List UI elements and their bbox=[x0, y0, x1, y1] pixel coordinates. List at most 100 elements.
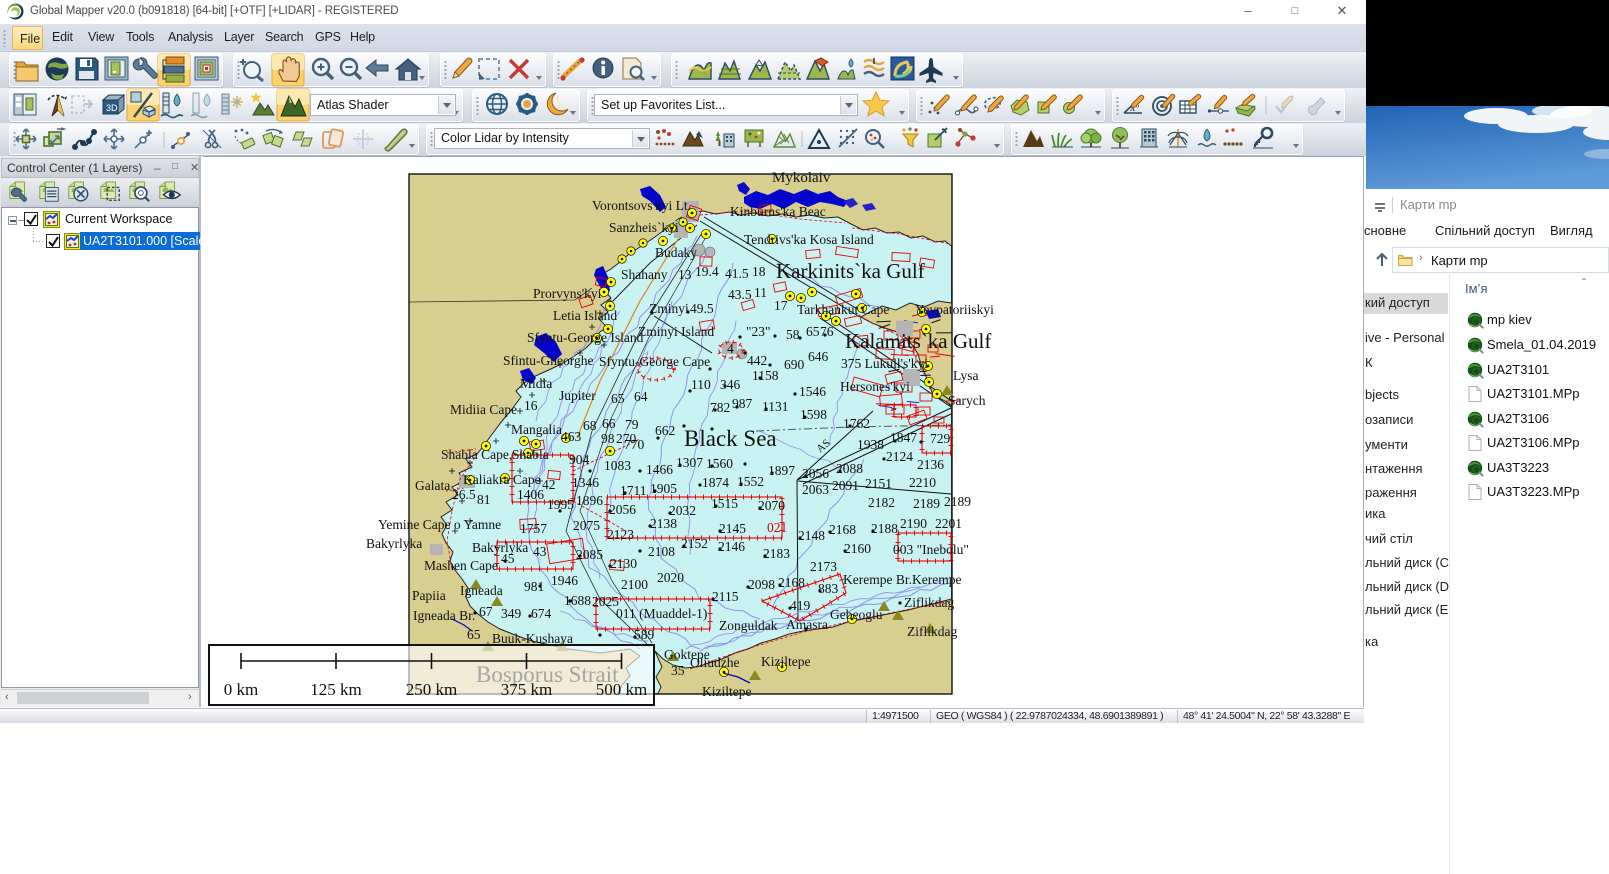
svg-text:Yemine Cape o Yamne: Yemine Cape o Yamne bbox=[378, 517, 501, 532]
svg-text:1995: 1995 bbox=[547, 497, 574, 512]
svg-text:1546: 1546 bbox=[799, 384, 826, 399]
svg-text:Ziflikdag: Ziflikdag bbox=[904, 595, 954, 610]
svg-text:Amasra: Amasra bbox=[786, 617, 828, 632]
svg-text:26.5: 26.5 bbox=[452, 487, 476, 502]
svg-text:662: 662 bbox=[655, 423, 675, 438]
svg-text:2201: 2201 bbox=[935, 516, 962, 531]
svg-text:782: 782 bbox=[710, 400, 730, 415]
svg-text:250 km: 250 km bbox=[406, 680, 457, 699]
svg-text:2160: 2160 bbox=[844, 541, 871, 556]
svg-text:58: 58 bbox=[786, 327, 800, 342]
svg-text:2152: 2152 bbox=[681, 536, 708, 551]
svg-text:2115: 2115 bbox=[712, 589, 739, 604]
svg-text:110: 110 bbox=[691, 377, 711, 392]
svg-text:UA3T3223.MPp: UA3T3223.MPp bbox=[1487, 484, 1580, 499]
svg-text:Hersones'kyi: Hersones'kyi bbox=[840, 379, 910, 394]
svg-text:1560: 1560 bbox=[706, 456, 733, 471]
svg-text:375 Lukull's'kyi: 375 Lukull's'kyi bbox=[841, 356, 928, 371]
svg-text:Zminyi: Zminyi bbox=[649, 301, 689, 316]
svg-text:1905: 1905 bbox=[650, 481, 677, 496]
svg-text:65: 65 bbox=[806, 324, 820, 339]
svg-text:43: 43 bbox=[533, 544, 547, 559]
svg-text:Galata: Galata bbox=[415, 478, 450, 493]
svg-text:1131: 1131 bbox=[762, 399, 789, 414]
svg-text:2146: 2146 bbox=[718, 539, 745, 554]
svg-text:Shabla: Shabla bbox=[512, 447, 549, 462]
svg-text:2138: 2138 bbox=[650, 516, 677, 531]
svg-text:Lysa: Lysa bbox=[953, 368, 979, 383]
svg-text:Kerempe: Kerempe bbox=[912, 572, 961, 587]
svg-text:2188: 2188 bbox=[871, 521, 898, 536]
svg-text:125 km: 125 km bbox=[310, 680, 361, 699]
svg-text:65: 65 bbox=[467, 627, 481, 642]
svg-text:2136: 2136 bbox=[917, 457, 944, 472]
svg-text:Tendrivs'ka Kosa Island: Tendrivs'ka Kosa Island bbox=[744, 232, 874, 247]
svg-text:2056: 2056 bbox=[609, 502, 636, 517]
svg-text:1762: 1762 bbox=[843, 416, 870, 431]
svg-text:Midiia Cape: Midiia Cape bbox=[450, 402, 517, 417]
svg-text:43.5: 43.5 bbox=[728, 287, 752, 302]
svg-text:2189: 2189 bbox=[944, 494, 971, 509]
svg-text:500 km: 500 km bbox=[596, 680, 647, 699]
svg-text:68: 68 bbox=[583, 418, 597, 433]
svg-text:Sfyntu-George Cape: Sfyntu-George Cape bbox=[599, 354, 710, 369]
svg-text:2168: 2168 bbox=[829, 522, 856, 537]
svg-text:Kinburns'ka Beac: Kinburns'ka Beac bbox=[730, 204, 826, 219]
svg-text:2182: 2182 bbox=[868, 495, 895, 510]
svg-text:Sarych: Sarych bbox=[948, 393, 986, 408]
svg-text:UA2T3106: UA2T3106 bbox=[1487, 411, 1549, 426]
svg-text:Zminyi Island: Zminyi Island bbox=[638, 324, 714, 339]
svg-text:729: 729 bbox=[930, 431, 951, 446]
svg-text:35: 35 bbox=[671, 663, 685, 678]
svg-text:Papiia: Papiia bbox=[412, 588, 446, 603]
svg-text:49.5: 49.5 bbox=[690, 301, 714, 316]
svg-text:2151: 2151 bbox=[865, 476, 892, 491]
svg-text:2189: 2189 bbox=[913, 496, 940, 511]
svg-text:Sfyntu-George Island: Sfyntu-George Island bbox=[527, 330, 644, 345]
svg-text:Black Sea: Black Sea bbox=[684, 426, 777, 451]
svg-text:2100: 2100 bbox=[621, 577, 648, 592]
svg-text:674: 674 bbox=[531, 606, 552, 621]
svg-text:1515: 1515 bbox=[711, 496, 738, 511]
svg-text:1896: 1896 bbox=[576, 493, 603, 508]
svg-text:Vorontsovs'kyi Lt.: Vorontsovs'kyi Lt. bbox=[592, 198, 691, 213]
svg-text:1158: 1158 bbox=[752, 368, 779, 383]
svg-text:Mangalia: Mangalia bbox=[511, 422, 562, 437]
svg-text:Smela_01.04.2019: Smela_01.04.2019 bbox=[1487, 337, 1596, 352]
svg-text:1466: 1466 bbox=[646, 462, 673, 477]
svg-text:Kerempe Br.: Kerempe Br. bbox=[843, 572, 912, 587]
svg-text:2124: 2124 bbox=[886, 449, 913, 464]
svg-text:1346: 1346 bbox=[572, 475, 599, 490]
svg-text:2091: 2091 bbox=[832, 478, 859, 493]
svg-text:mp kiev: mp kiev bbox=[1487, 312, 1532, 327]
svg-text:1847: 1847 bbox=[890, 430, 917, 445]
svg-text:Ziflikdag: Ziflikdag bbox=[907, 624, 957, 639]
svg-text:1598: 1598 bbox=[800, 407, 827, 422]
svg-text:3D: 3D bbox=[106, 103, 118, 113]
svg-text:Kiziltepe: Kiziltepe bbox=[702, 684, 751, 699]
svg-text:2098: 2098 bbox=[748, 577, 775, 592]
svg-text:Mykolaiv: Mykolaiv bbox=[772, 170, 831, 186]
svg-text:2063: 2063 bbox=[802, 482, 829, 497]
svg-text:2173: 2173 bbox=[810, 559, 837, 574]
svg-text:2168: 2168 bbox=[778, 575, 805, 590]
svg-text:2088: 2088 bbox=[836, 461, 863, 476]
svg-text:UA3T3223: UA3T3223 bbox=[1487, 460, 1549, 475]
svg-text:Bakyrlyka: Bakyrlyka bbox=[472, 540, 528, 555]
svg-text:16: 16 bbox=[524, 398, 538, 413]
svg-text:Prorvyns'kyi: Prorvyns'kyi bbox=[533, 286, 602, 301]
svg-text:"23": "23" bbox=[746, 324, 771, 339]
svg-text:0 km: 0 km bbox=[224, 680, 258, 699]
svg-text:2032: 2032 bbox=[669, 503, 696, 518]
svg-text:Jupiter: Jupiter bbox=[559, 388, 596, 403]
svg-text:65: 65 bbox=[611, 391, 625, 406]
svg-text:463: 463 bbox=[561, 429, 582, 444]
svg-text:Oliudzhe: Oliudzhe bbox=[690, 655, 740, 670]
svg-text:419: 419 bbox=[790, 598, 811, 613]
svg-text:346: 346 bbox=[720, 377, 741, 392]
svg-text:81: 81 bbox=[477, 492, 491, 507]
svg-text:2075: 2075 bbox=[573, 518, 600, 533]
svg-text:Karkinits`ka Gulf: Karkinits`ka Gulf bbox=[776, 259, 925, 283]
svg-text:981: 981 bbox=[524, 579, 544, 594]
svg-text:646: 646 bbox=[808, 349, 829, 364]
